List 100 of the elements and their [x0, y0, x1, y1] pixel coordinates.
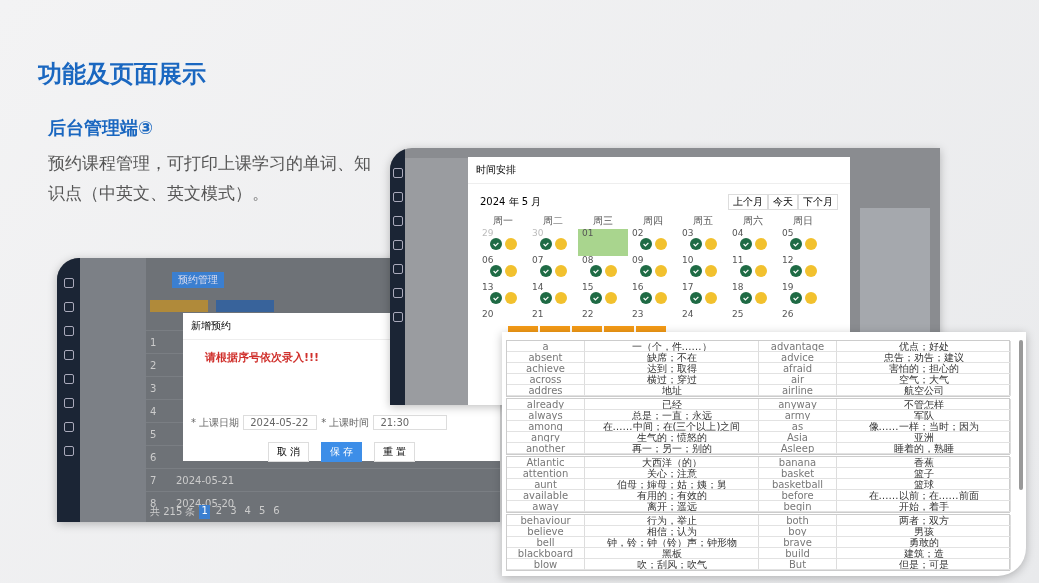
- table-cell: another: [507, 443, 585, 454]
- table-cell-text: 4: [149, 405, 158, 417]
- table-cell: basket: [759, 468, 837, 479]
- table-cell: 在……中间；在(三个以上)之间: [585, 421, 759, 432]
- table-cell: 行为，举止: [585, 515, 759, 526]
- circle-icon: [754, 238, 767, 250]
- calendar-day[interactable]: 15: [578, 283, 628, 310]
- input-field[interactable]: 2024-05-22: [243, 415, 318, 430]
- table-cell-text: 7: [149, 474, 158, 486]
- table-cell: Atlantic: [507, 457, 585, 468]
- table-cell: 不管怎样: [837, 399, 1011, 410]
- calendar-day[interactable]: 17: [678, 283, 728, 310]
- table-cell: 篮子: [837, 468, 1011, 479]
- calendar-day[interactable]: 01: [578, 229, 628, 256]
- table-cell: 横过；穿过: [585, 374, 759, 385]
- check-circle-icon: [539, 265, 552, 277]
- table-cell: 黑板: [585, 548, 759, 559]
- input-field[interactable]: 21:30: [373, 415, 448, 430]
- calendar-day[interactable]: 24: [678, 310, 728, 322]
- day-number: 14: [532, 283, 544, 292]
- day-number: 21: [532, 310, 544, 319]
- month-nav-button[interactable]: 下个月: [798, 194, 838, 210]
- page-button[interactable]: 1: [199, 505, 210, 519]
- check-circle-icon: [639, 238, 652, 250]
- table-cell: 两者；双方: [837, 515, 1011, 526]
- calendar-day[interactable]: 21: [528, 310, 578, 322]
- menu-icon[interactable]: [392, 264, 403, 274]
- table-cell: achieve: [507, 363, 585, 374]
- calendar-day[interactable]: 03: [678, 229, 728, 256]
- day-number: 01: [582, 229, 594, 238]
- calendar-day[interactable]: 07: [528, 256, 578, 283]
- calendar-day[interactable]: 14: [528, 283, 578, 310]
- calendar-day[interactable]: 16: [628, 283, 678, 310]
- check-circle-icon: [739, 238, 752, 250]
- calendar-day[interactable]: 26: [778, 310, 828, 322]
- calendar-day[interactable]: 19: [778, 283, 828, 310]
- weekday-label: 周一: [492, 214, 514, 228]
- table-cell: believe: [507, 526, 585, 537]
- menu-icon[interactable]: [63, 398, 74, 408]
- day-number: 22: [582, 310, 594, 319]
- calendar-day[interactable]: 11: [728, 256, 778, 283]
- menu-icon[interactable]: [392, 192, 403, 202]
- day-number: 07: [532, 256, 544, 265]
- table-cell: 害怕的；担心的: [837, 363, 1011, 374]
- calendar-day[interactable]: 06: [478, 256, 528, 283]
- calendar-day[interactable]: 23: [628, 310, 678, 322]
- circle-icon: [554, 238, 567, 250]
- table-cell: 相信；认为: [585, 526, 759, 537]
- circle-icon: [554, 265, 567, 277]
- table-cell: But: [759, 559, 837, 570]
- check-circle-icon: [739, 292, 752, 304]
- menu-icon[interactable]: [63, 422, 74, 432]
- day-number: 08: [582, 256, 594, 265]
- menu-icon[interactable]: [392, 240, 403, 250]
- table-cell: 吹；刮风；吹气: [585, 559, 759, 570]
- circle-icon: [604, 265, 617, 277]
- menu-icon[interactable]: [392, 216, 403, 226]
- day-number: 04: [732, 229, 744, 238]
- month-nav-button[interactable]: 上个月: [728, 194, 768, 210]
- menu-icon[interactable]: [63, 446, 74, 456]
- calendar-day[interactable]: 22: [578, 310, 628, 322]
- day-number: 11: [732, 256, 744, 265]
- table-cell-text: 2: [149, 359, 158, 371]
- table-cell: 像……一样；当时；因为: [837, 421, 1011, 432]
- month-nav-button[interactable]: 今天: [768, 194, 798, 210]
- day-number: 03: [682, 229, 694, 238]
- calendar-day[interactable]: 10: [678, 256, 728, 283]
- menu-icon[interactable]: [63, 326, 74, 336]
- calendar-day[interactable]: 13: [478, 283, 528, 310]
- menu-icon[interactable]: [392, 312, 403, 322]
- menu-icon[interactable]: [63, 302, 74, 312]
- day-number: 20: [482, 310, 494, 319]
- calendar-day[interactable]: 05: [778, 229, 828, 256]
- calendar-day[interactable]: 09: [628, 256, 678, 283]
- menu-icon[interactable]: [63, 350, 74, 360]
- calendar-day[interactable]: 02: [628, 229, 678, 256]
- table-cell: 航空公司: [837, 385, 1011, 396]
- calendar-day[interactable]: 12: [778, 256, 828, 283]
- table-cell: 香蕉: [837, 457, 1011, 468]
- calendar-day[interactable]: 18: [728, 283, 778, 310]
- calendar-day[interactable]: 04: [728, 229, 778, 256]
- table-cell: 开始，着手: [837, 501, 1011, 512]
- menu-icon[interactable]: [392, 288, 403, 298]
- menu-icon[interactable]: [63, 278, 74, 288]
- day-number: 02: [632, 229, 644, 238]
- calendar-day[interactable]: 08: [578, 256, 628, 283]
- menu-icon[interactable]: [63, 374, 74, 384]
- dialog-button[interactable]: 重 置: [374, 442, 416, 462]
- total-count: 共 215 条: [150, 506, 196, 519]
- check-circle-icon: [539, 238, 552, 250]
- calendar-day[interactable]: 25: [728, 310, 778, 322]
- table-cell: addres: [507, 385, 585, 396]
- slide-description: 预约课程管理，可打印上课学习的单词、知识点（中英文、英文模式）。: [48, 152, 372, 205]
- dialog-button[interactable]: 取 消: [267, 442, 309, 462]
- table-cell: 优点；好处: [837, 341, 1011, 352]
- menu-icon[interactable]: [392, 168, 403, 178]
- scrollbar[interactable]: [1019, 340, 1023, 490]
- day-number: 19: [782, 283, 794, 292]
- day-number: 29: [482, 229, 494, 238]
- check-circle-icon: [789, 238, 802, 250]
